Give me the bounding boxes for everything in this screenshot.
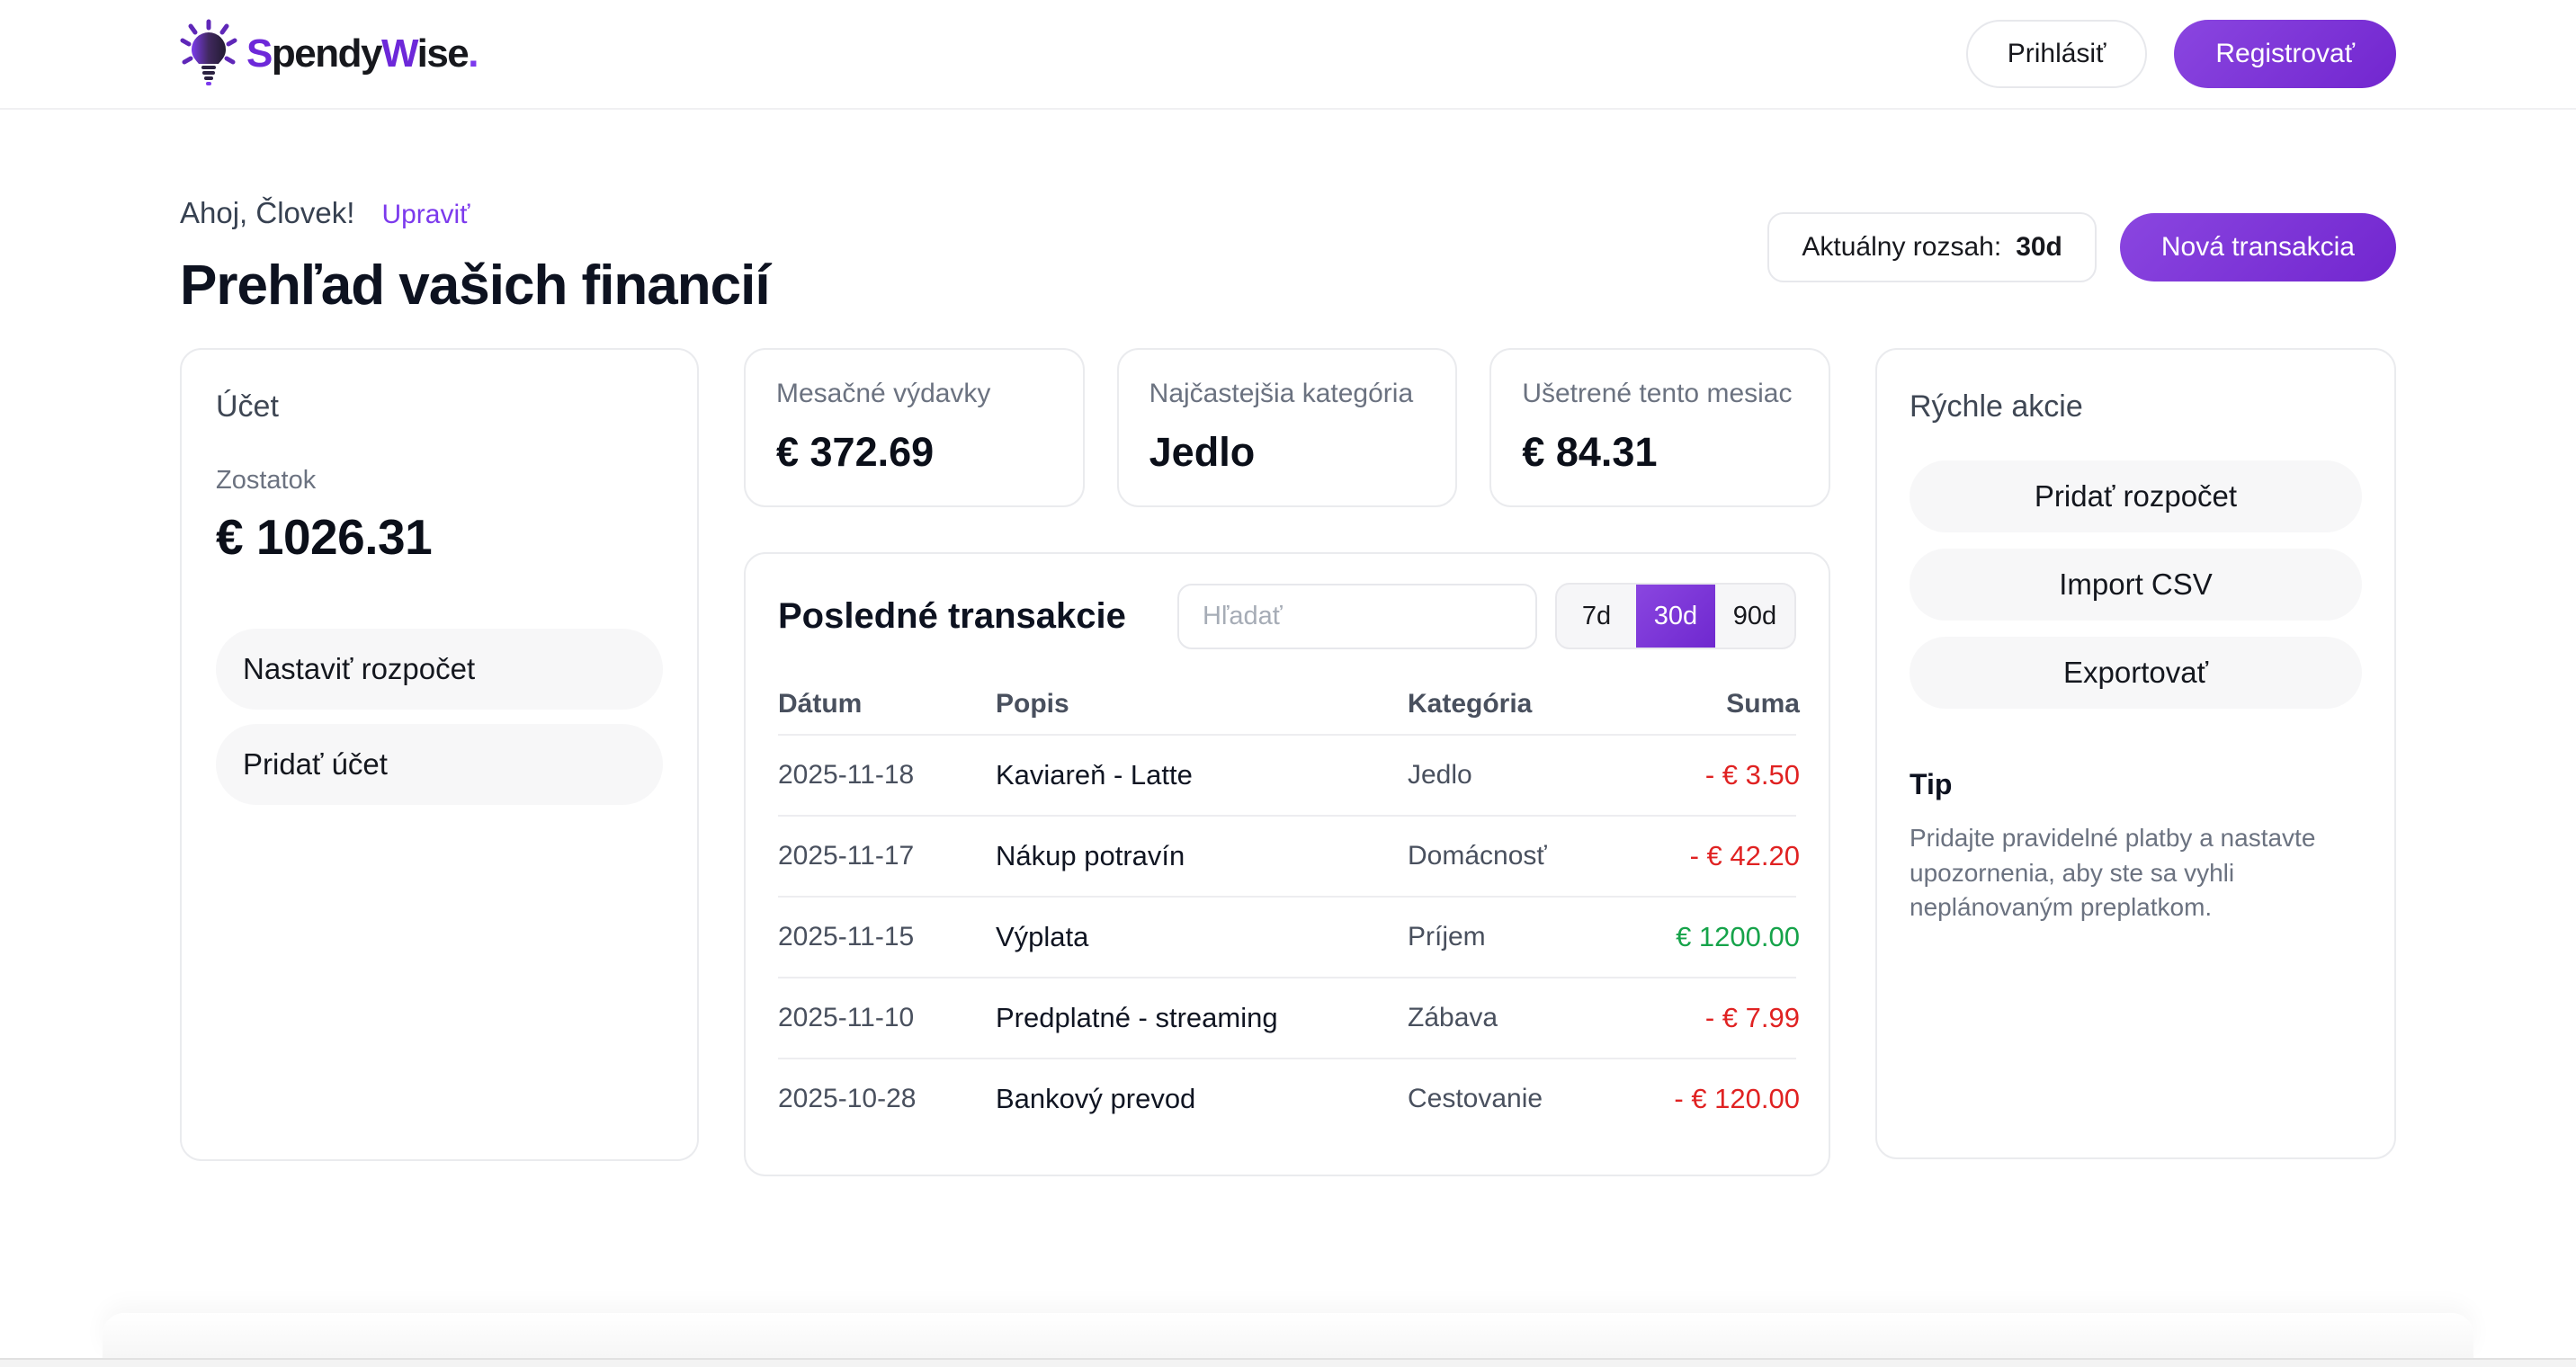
- middle-column: Mesačné výdavky € 372.69 Najčastejšia ka…: [744, 348, 1830, 1176]
- table-row: 2025-11-17 Nákup potravín Domácnosť - € …: [778, 815, 1796, 896]
- page-title: Prehľad vašich financií: [180, 254, 770, 317]
- range-90d-button[interactable]: 90d: [1715, 585, 1794, 648]
- add-budget-button[interactable]: Pridať rozpočet: [1910, 460, 2362, 532]
- transaction-description: Bankový prevod: [996, 1083, 1408, 1115]
- stat-label: Najčastejšia kategória: [1149, 379, 1426, 409]
- transaction-date: 2025-10-28: [778, 1084, 996, 1114]
- column-header-category: Kategória: [1408, 689, 1672, 719]
- column-header-amount: Suma: [1672, 689, 1800, 719]
- transaction-amount: - € 42.20: [1672, 840, 1800, 872]
- transaction-category: Cestovanie: [1408, 1084, 1672, 1114]
- transactions-card: Posledné transakcie 7d 30d 90d Dátum Pop…: [744, 552, 1830, 1176]
- import-csv-button[interactable]: Import CSV: [1910, 549, 2362, 621]
- table-row: 2025-10-28 Bankový prevod Cestovanie - €…: [778, 1058, 1796, 1139]
- stat-label: Ušetrené tento mesiac: [1522, 379, 1798, 409]
- transaction-amount: € 1200.00: [1672, 921, 1800, 953]
- footer-divider: [0, 1358, 2576, 1367]
- transaction-date: 2025-11-17: [778, 841, 996, 871]
- transaction-date: 2025-11-10: [778, 1003, 996, 1033]
- range-7d-button[interactable]: 7d: [1557, 585, 1636, 648]
- nav-actions: Prihlásiť Registrovať: [1966, 20, 2396, 88]
- lightbulb-icon: [180, 19, 237, 89]
- balance-label: Zostatok: [216, 466, 663, 496]
- range-30d-button[interactable]: 30d: [1636, 585, 1715, 648]
- stat-value: € 84.31: [1522, 429, 1798, 476]
- search-input[interactable]: [1177, 584, 1537, 649]
- transaction-description: Nákup potravín: [996, 840, 1408, 872]
- quick-actions-title: Rýchle akcie: [1910, 389, 2362, 424]
- transaction-amount: - € 120.00: [1672, 1083, 1800, 1115]
- edit-profile-link[interactable]: Upraviť: [381, 200, 470, 230]
- stat-label: Mesačné výdavky: [776, 379, 1052, 409]
- transactions-title: Posledné transakcie: [778, 596, 1177, 637]
- transactions-table: Dátum Popis Kategória Suma 2025-11-18 Ka…: [778, 689, 1796, 1139]
- current-range-chip: Aktuálny rozsah: 30d: [1767, 212, 2096, 282]
- transaction-description: Predplatné - streaming: [996, 1002, 1408, 1034]
- stat-card-monthly-expenses: Mesačné výdavky € 372.69: [744, 348, 1085, 507]
- transaction-date: 2025-11-18: [778, 760, 996, 791]
- quick-actions-card: Rýchle akcie Pridať rozpočet Import CSV …: [1875, 348, 2396, 1159]
- transaction-description: Kaviareň - Latte: [996, 759, 1408, 791]
- transaction-category: Domácnosť: [1408, 841, 1672, 871]
- range-label: Aktuálny rozsah:: [1802, 232, 2001, 263]
- column-header-date: Dátum: [778, 689, 996, 719]
- table-row: 2025-11-18 Kaviareň - Latte Jedlo - € 3.…: [778, 734, 1796, 815]
- brand-logo[interactable]: SpendyWise.: [180, 19, 478, 89]
- export-button[interactable]: Exportovať: [1910, 637, 2362, 709]
- table-row: 2025-11-10 Predplatné - streaming Zábava…: [778, 977, 1796, 1058]
- login-button[interactable]: Prihlásiť: [1966, 20, 2148, 88]
- transaction-amount: - € 7.99: [1672, 1002, 1800, 1034]
- range-value: 30d: [2016, 232, 2062, 263]
- top-navigation: SpendyWise. Prihlásiť Registrovať: [0, 0, 2576, 110]
- add-account-button[interactable]: Pridať účet: [216, 724, 663, 805]
- balance-value: € 1026.31: [216, 508, 663, 566]
- stats-row: Mesačné výdavky € 372.69 Najčastejšia ka…: [744, 348, 1830, 507]
- tip-text: Pridajte pravidelné platby a nastavte up…: [1910, 821, 2362, 925]
- tip-title: Tip: [1910, 768, 2362, 801]
- range-segmented-control: 7d 30d 90d: [1555, 583, 1796, 649]
- account-card: Účet Zostatok € 1026.31 Nastaviť rozpoče…: [180, 348, 699, 1161]
- table-header-row: Dátum Popis Kategória Suma: [778, 689, 1796, 734]
- stat-value: Jedlo: [1149, 429, 1426, 476]
- transaction-date: 2025-11-15: [778, 922, 996, 952]
- register-button[interactable]: Registrovať: [2174, 20, 2396, 88]
- stat-card-top-category: Najčastejšia kategória Jedlo: [1117, 348, 1458, 507]
- stat-card-saved-this-month: Ušetrené tento mesiac € 84.31: [1489, 348, 1830, 507]
- transaction-amount: - € 3.50: [1672, 759, 1800, 791]
- greeting-text: Ahoj, Človek!: [180, 196, 354, 230]
- new-transaction-button[interactable]: Nová transakcia: [2120, 213, 2396, 281]
- account-card-title: Účet: [216, 389, 663, 424]
- page-head: Ahoj, Človek! Upraviť Prehľad vašich fin…: [180, 196, 2396, 317]
- brand-wordmark: SpendyWise.: [246, 31, 478, 76]
- transaction-description: Výplata: [996, 921, 1408, 953]
- transaction-category: Príjem: [1408, 922, 1672, 952]
- transaction-category: Zábava: [1408, 1003, 1672, 1033]
- stat-value: € 372.69: [776, 429, 1052, 476]
- set-budget-button[interactable]: Nastaviť rozpočet: [216, 629, 663, 710]
- transaction-category: Jedlo: [1408, 760, 1672, 791]
- column-header-description: Popis: [996, 689, 1408, 719]
- footer-bar: [103, 1313, 2473, 1358]
- table-row: 2025-11-15 Výplata Príjem € 1200.00: [778, 896, 1796, 977]
